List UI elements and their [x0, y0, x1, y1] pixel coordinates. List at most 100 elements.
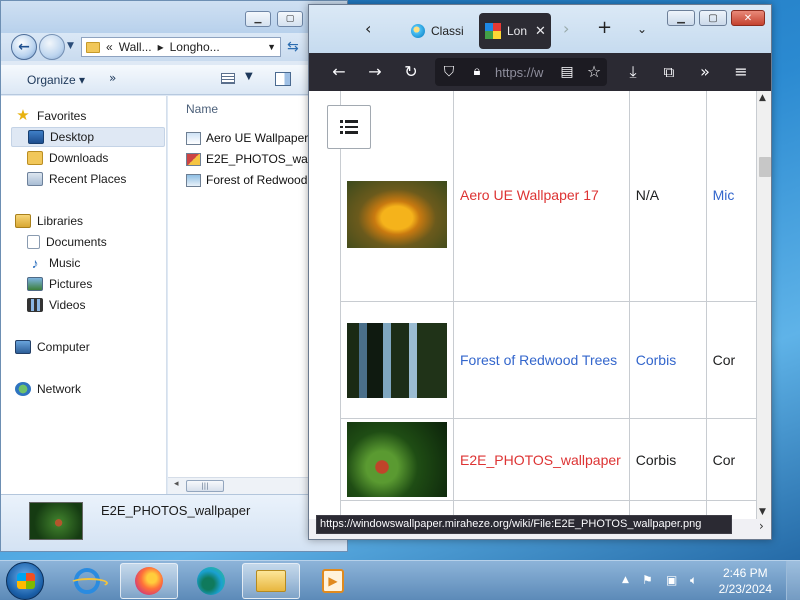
edge-taskbar-button[interactable] [182, 563, 240, 599]
scroll-up-icon[interactable]: ▲ [759, 93, 766, 103]
nav-recent-places[interactable]: Recent Places [11, 169, 165, 189]
new-tab-icon[interactable]: + [597, 17, 612, 38]
close-tab-icon[interactable]: ✕ [535, 23, 546, 39]
url-bar[interactable]: ⛉ 🔒︎ https://w [435, 58, 607, 86]
network-icon [15, 382, 31, 396]
address-bar[interactable]: « Wall... ▸ Longho... ▼ [81, 37, 281, 57]
name-column-header[interactable]: Name [186, 102, 218, 116]
nav-label: Libraries [37, 214, 84, 228]
lock-icon[interactable]: 🔒︎ [467, 62, 487, 82]
network-status-icon[interactable]: ▣ [666, 573, 677, 587]
extensions-icon[interactable]: ⧉ [659, 62, 679, 82]
back-arrow-icon[interactable]: ← [329, 62, 349, 82]
more-commands-button[interactable]: » [109, 71, 116, 85]
nav-label: Desktop [50, 130, 95, 144]
nav-desktop[interactable]: Desktop [11, 127, 165, 147]
explorer-window: ▁ ▢ ← ▼ « Wall... ▸ Longho... ▼ ⇆ Organi… [0, 0, 348, 552]
wallpaper-name-link[interactable]: E2E_PHOTOS_wallpaper [460, 452, 621, 468]
minimize-button[interactable]: ▁ [667, 10, 695, 26]
volume-muted-icon[interactable]: 🔈︎ [690, 573, 697, 588]
forward-arrow-icon[interactable]: → [365, 62, 385, 82]
page-vertical-scrollbar[interactable]: ▲ ▼ [757, 91, 771, 519]
nav-videos[interactable]: Videos [11, 295, 165, 315]
overflow-menu-icon[interactable]: » [695, 62, 715, 82]
scrollbar-thumb[interactable]: ||| [186, 480, 224, 492]
wallpaper-thumbnail[interactable] [347, 422, 447, 497]
tab-longhorn[interactable]: Lon ✕ [479, 13, 551, 49]
shield-icon[interactable]: ⛉ [439, 62, 459, 82]
action-center-flag-icon[interactable]: ⚑ [642, 573, 653, 587]
hamburger-menu-icon[interactable]: ≡ [731, 62, 751, 82]
address-segment[interactable]: Wall... [119, 40, 152, 54]
scroll-right-icon[interactable]: › [759, 519, 764, 533]
show-desktop-button[interactable] [786, 561, 800, 600]
explorer-titlebar: ▁ ▢ [1, 1, 347, 33]
scroll-left-icon[interactable]: ◂ [174, 479, 179, 489]
author-link[interactable]: Corbis [636, 352, 676, 368]
explorer-taskbar-button[interactable] [242, 563, 300, 599]
downloads-icon[interactable]: ⤓ [623, 62, 643, 82]
address-chevron[interactable]: « [106, 40, 113, 54]
author-text: Corbis [635, 451, 677, 468]
navigation-pane: ★ Favorites Desktop Downloads Recent Pla… [1, 96, 167, 494]
file-name: Aero UE Wallpaper [206, 131, 309, 145]
nav-favorites[interactable]: ★ Favorites [11, 106, 165, 126]
tab-classic[interactable]: Classi [405, 13, 467, 49]
nav-downloads[interactable]: Downloads [11, 148, 165, 168]
nav-libraries[interactable]: Libraries [11, 211, 165, 231]
system-clock[interactable]: 2:46 PM 2/23/2024 [719, 565, 772, 597]
media-player-taskbar-button[interactable]: ▶ [304, 563, 362, 599]
firefox-taskbar-button[interactable] [120, 563, 178, 599]
reload-icon[interactable]: ↻ [401, 62, 421, 82]
wallpaper-thumbnail[interactable] [347, 322, 447, 398]
nav-label: Pictures [49, 277, 93, 291]
wallpaper-name-link[interactable]: Forest of Redwood Trees [460, 352, 617, 368]
close-button[interactable]: ✕ [731, 10, 765, 26]
table-of-contents-button[interactable] [327, 105, 371, 149]
nav-label: Computer [37, 340, 90, 354]
refresh-icon[interactable]: ⇆ [287, 39, 299, 55]
table-cell: Mic [705, 91, 757, 302]
change-view-icon[interactable] [221, 73, 235, 84]
bookmark-star-icon[interactable]: ☆ [584, 62, 604, 82]
nav-documents[interactable]: Documents [11, 232, 165, 252]
internet-explorer-taskbar-button[interactable] [58, 563, 116, 599]
recent-pages-icon[interactable]: ▼ [67, 41, 74, 51]
maximize-button[interactable]: ▢ [699, 10, 727, 26]
view-options-icon[interactable]: ▼ [245, 71, 253, 82]
source-text: Cor [712, 352, 736, 368]
image-file-icon [186, 131, 201, 145]
wallpaper-name-link[interactable]: Aero UE Wallpaper 17 [460, 187, 599, 203]
preview-pane-icon[interactable] [275, 72, 291, 86]
url-text[interactable]: https://w [495, 65, 543, 80]
address-segment[interactable]: Longho... [170, 40, 220, 54]
show-hidden-icons-icon[interactable]: ▲ [622, 575, 629, 585]
image-file-icon [186, 152, 201, 166]
back-button[interactable]: ← [11, 34, 37, 60]
nav-music[interactable]: ♪ Music [11, 253, 165, 273]
tab-label: Lon [507, 24, 528, 38]
nav-label: Recent Places [49, 172, 127, 186]
reader-view-icon[interactable]: ▤ [557, 62, 577, 82]
minimize-button[interactable]: ▁ [245, 11, 271, 27]
tab-scroll-left-icon[interactable]: ‹ [365, 19, 371, 38]
table-cell: Corbis [628, 301, 707, 419]
source-link[interactable]: Mic [713, 187, 735, 203]
address-dropdown-icon[interactable]: ▼ [267, 42, 276, 52]
start-button[interactable] [6, 562, 44, 600]
maximize-button[interactable]: ▢ [277, 11, 303, 27]
table-cell [340, 301, 454, 419]
folder-icon [86, 41, 100, 53]
wallpaper-thumbnail[interactable] [347, 181, 447, 248]
forward-button[interactable] [39, 34, 65, 60]
scroll-down-icon[interactable]: ▼ [759, 507, 766, 517]
music-icon: ♪ [31, 255, 39, 271]
nav-network[interactable]: Network [11, 379, 165, 399]
address-separator[interactable]: ▸ [158, 40, 164, 54]
scrollbar-thumb[interactable] [759, 157, 771, 177]
nav-computer[interactable]: Computer [11, 337, 165, 357]
nav-pictures[interactable]: Pictures [11, 274, 165, 294]
list-tabs-icon[interactable]: ⌄ [637, 22, 647, 36]
organize-button[interactable]: Organize ▾ [27, 73, 85, 87]
tab-scroll-right-icon[interactable]: › [563, 19, 569, 38]
